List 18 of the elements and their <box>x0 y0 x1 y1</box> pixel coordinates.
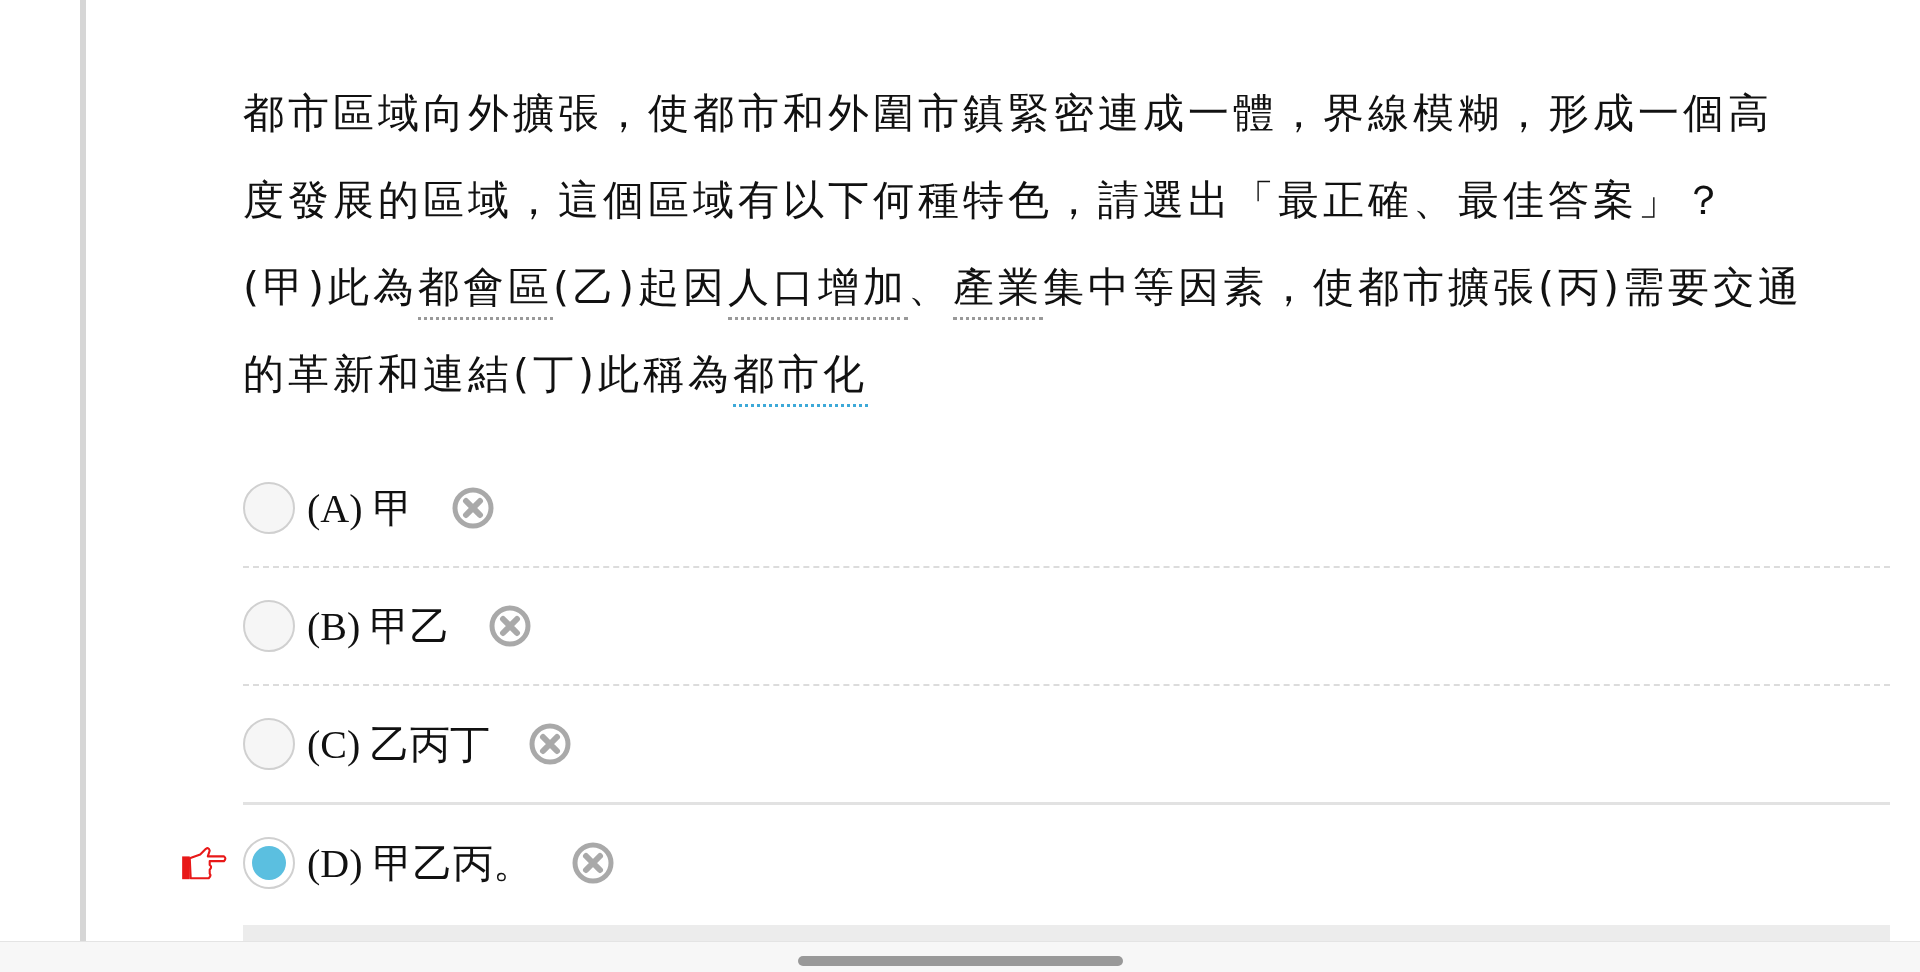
radio-button[interactable] <box>243 600 295 652</box>
home-indicator[interactable] <box>797 955 1123 966</box>
term-link[interactable]: 人口增加 <box>728 263 908 320</box>
close-icon[interactable] <box>570 841 615 885</box>
close-icon[interactable] <box>450 486 495 530</box>
close-icon[interactable] <box>528 722 573 766</box>
option-label[interactable]: (C) 乙丙丁 <box>307 716 491 772</box>
term-link[interactable]: 產業 <box>953 263 1043 320</box>
option-label[interactable]: (A) 甲 <box>307 480 413 536</box>
option-label[interactable]: (B) 甲乙 <box>307 598 451 654</box>
close-icon[interactable] <box>488 604 533 648</box>
term-link[interactable]: 都市化 <box>733 350 868 407</box>
radio-button[interactable] <box>243 837 295 889</box>
term-link[interactable]: 都會區 <box>418 263 553 320</box>
question-text: 都市區域向外擴張，使都市和外圍市鎮緊密連成一體，界線模糊，形成一個高 度發展的區域，這個區域有以下何種特色，請選出「最正確、最佳答案」？ (甲)此為都會區(乙)起因 人口增加、產業集中等因素，使都市擴張(丙)需要交通 的革新和連結(丁)此稱為都市化 <box>243 70 1903 418</box>
radio-button[interactable] <box>243 718 295 770</box>
radio-button[interactable] <box>243 482 295 534</box>
option-label[interactable]: (D) 甲乙丙。 <box>307 835 533 891</box>
